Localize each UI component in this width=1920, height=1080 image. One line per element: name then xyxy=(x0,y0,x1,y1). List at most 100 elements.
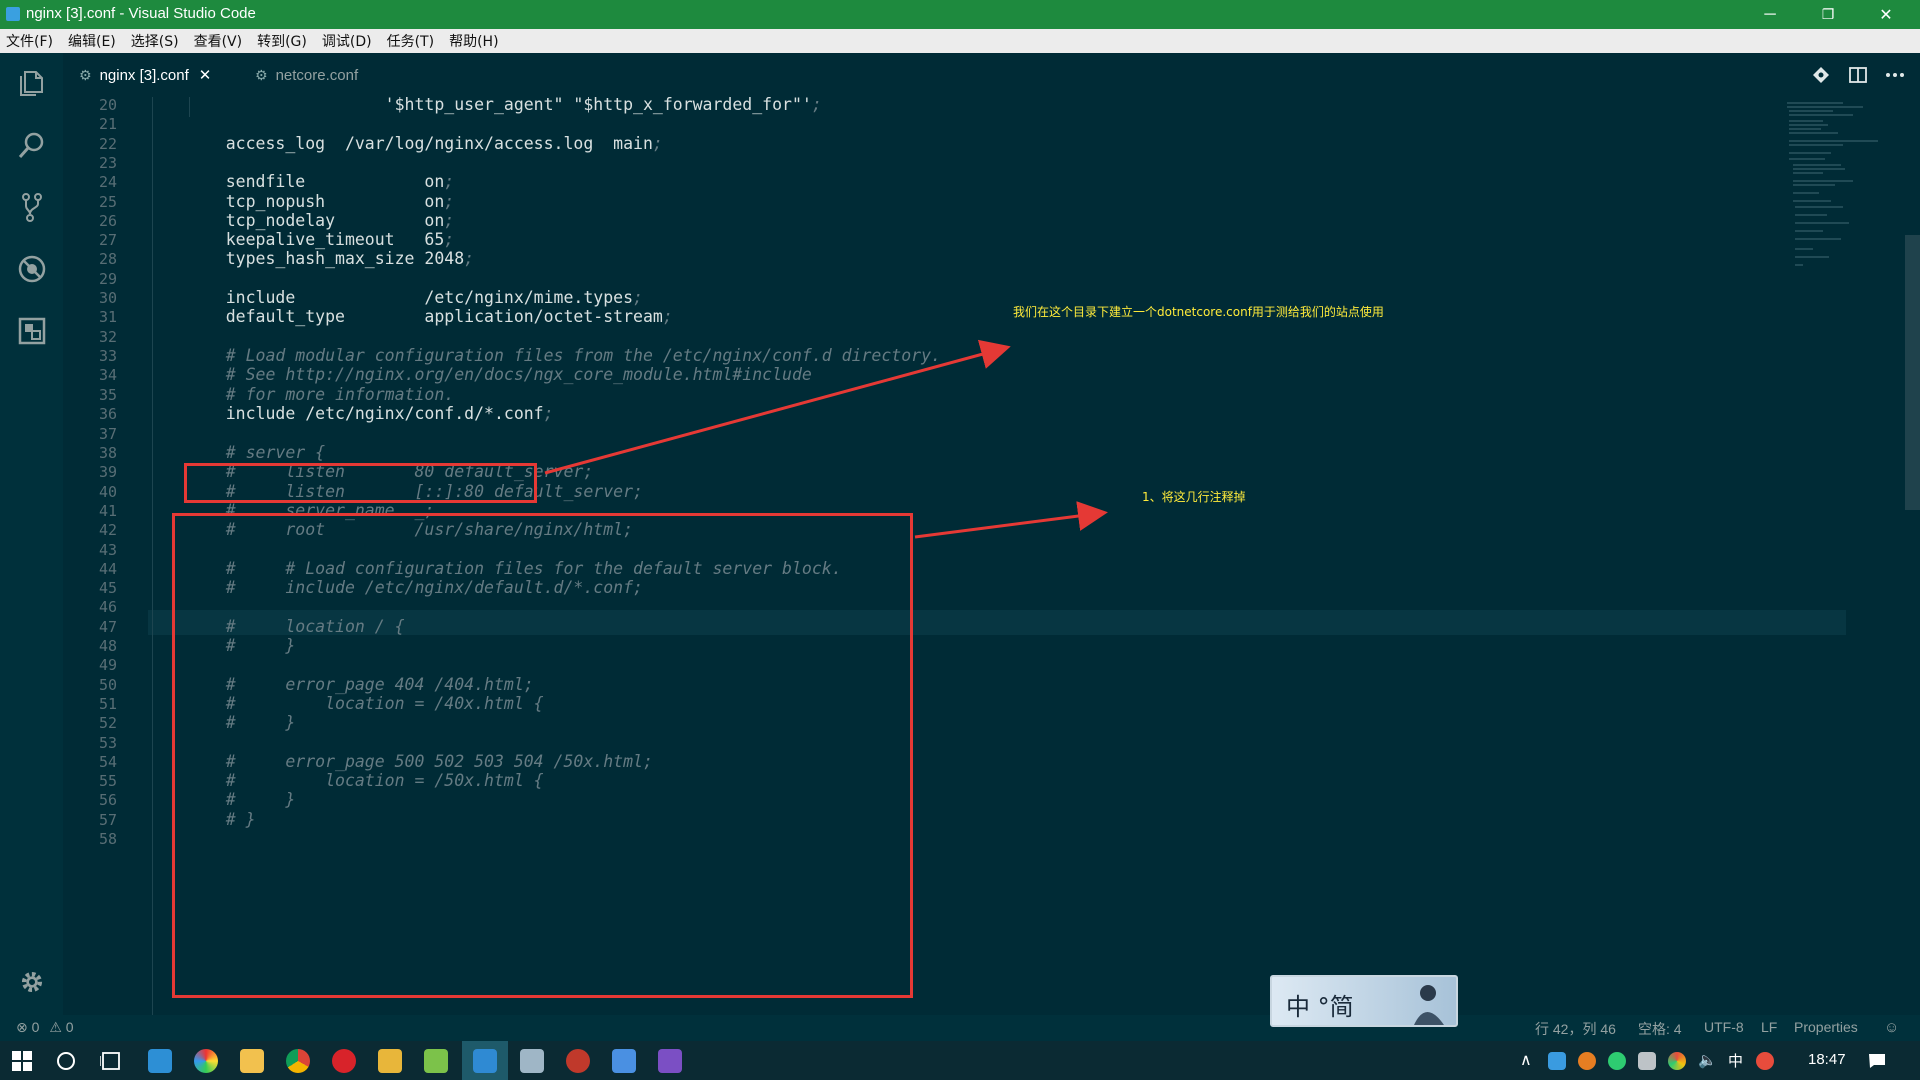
code-line: # See http://nginx.org/en/docs/ngx_core_… xyxy=(186,365,812,385)
line-number: 41 xyxy=(98,501,117,520)
tray-color-icon[interactable] xyxy=(1668,1052,1686,1070)
search-icon[interactable] xyxy=(16,129,48,161)
line-number: 32 xyxy=(98,327,117,346)
line-number: 25 xyxy=(98,192,117,211)
warning-icon: ⚠ xyxy=(49,1019,62,1035)
windows-start-icon[interactable] xyxy=(12,1051,32,1071)
menu-selection[interactable]: 选择(S) xyxy=(131,31,179,51)
explorer-icon[interactable] xyxy=(16,67,48,99)
menu-edit[interactable]: 编辑(E) xyxy=(68,31,116,51)
line-number: 22 xyxy=(98,134,117,153)
taskbar-store-icon[interactable] xyxy=(148,1049,172,1073)
extensions-icon[interactable] xyxy=(16,315,48,347)
status-bar: ⊗ 0 ⚠ 0 行 42，列 46 空格: 4 UTF-8 LF Propert… xyxy=(0,1015,1920,1041)
vscode-logo-icon xyxy=(6,7,20,21)
close-window-button[interactable]: ✕ xyxy=(1858,0,1914,29)
tray-sogou-icon[interactable] xyxy=(1756,1052,1774,1070)
line-number: 53 xyxy=(98,733,117,752)
restore-button[interactable]: ❐ xyxy=(1800,0,1856,29)
menu-help[interactable]: 帮助(H) xyxy=(449,31,498,51)
errors-indicator[interactable]: ⊗ 0 ⚠ 0 xyxy=(16,1019,74,1036)
annotation-note-1: 我们在这个目录下建立一个dotnetcore.conf用于测给我们的站点使用 xyxy=(1013,305,1384,319)
line-number: 40 xyxy=(98,482,117,501)
minimap[interactable] xyxy=(1783,97,1903,277)
editor-tabs: ⚙ nginx [3].conf ✕ ⚙ netcore.conf xyxy=(63,53,1920,97)
code-line: # server { xyxy=(186,443,326,462)
menu-view[interactable]: 查看(V) xyxy=(194,31,243,51)
code-line: # for more information. xyxy=(186,385,455,405)
taskbar-chrome-icon[interactable] xyxy=(286,1049,310,1073)
tray-overflow-icon[interactable]: ∧ xyxy=(1520,1050,1532,1070)
code-line: sendfile on; xyxy=(186,172,455,192)
cursor-position[interactable]: 行 42，列 46 xyxy=(1535,1019,1616,1039)
open-changes-icon[interactable] xyxy=(1812,66,1830,84)
taskbar-vscode-icon[interactable] xyxy=(473,1049,497,1073)
tab-close-icon[interactable]: ✕ xyxy=(199,66,212,84)
tray-sync-icon[interactable] xyxy=(1548,1052,1566,1070)
taskbar-clock[interactable]: 18:47 xyxy=(1808,1051,1846,1068)
line-number: 57 xyxy=(98,810,117,829)
split-editor-icon[interactable] xyxy=(1849,66,1867,84)
language-mode[interactable]: Properties xyxy=(1794,1019,1858,1035)
tray-network-icon[interactable] xyxy=(1638,1052,1656,1070)
tray-ime-indicator[interactable]: 中 xyxy=(1728,1050,1743,1071)
taskbar-notes-icon[interactable] xyxy=(378,1049,402,1073)
line-number: 48 xyxy=(98,637,117,655)
feedback-smiley-icon[interactable]: ☺ xyxy=(1884,1019,1899,1036)
taskbar-photos-icon[interactable] xyxy=(194,1049,218,1073)
tab-label: netcore.conf xyxy=(275,66,359,84)
menu-go[interactable]: 转到(G) xyxy=(257,31,307,51)
tab-netcore-conf[interactable]: ⚙ netcore.conf xyxy=(239,53,389,97)
taskbar-app2-icon[interactable] xyxy=(566,1049,590,1073)
taskbar-editor-icon[interactable] xyxy=(520,1049,544,1073)
line-number: 56 xyxy=(98,791,117,810)
config-file-icon: ⚙ xyxy=(255,66,268,83)
line-number: 33 xyxy=(98,346,117,365)
taskbar-app3-icon[interactable] xyxy=(612,1049,636,1073)
minimize-button[interactable]: ─ xyxy=(1742,0,1798,29)
line-number: 51 xyxy=(98,694,117,713)
debug-icon[interactable] xyxy=(16,253,48,285)
line-number: 47 xyxy=(98,617,117,636)
ime-floating-badge[interactable]: 中 °简 xyxy=(1270,975,1458,1027)
tray-app-icon[interactable] xyxy=(1578,1052,1596,1070)
code-line: access_log /var/log/nginx/access.log mai… xyxy=(186,133,663,153)
line-number: 30 xyxy=(98,289,117,307)
tray-volume-icon[interactable]: 🔈 xyxy=(1698,1051,1717,1069)
menu-file[interactable]: 文件(F) xyxy=(6,31,53,51)
warning-count: 0 xyxy=(65,1019,74,1035)
indentation-setting[interactable]: 空格: 4 xyxy=(1638,1019,1682,1039)
line-number: 52 xyxy=(98,714,117,733)
line-number: 23 xyxy=(98,153,117,172)
line-number: 28 xyxy=(98,250,117,269)
line-number: 39 xyxy=(98,463,117,482)
editor-scrollbar[interactable] xyxy=(1905,235,1920,510)
line-number: 42 xyxy=(98,521,117,540)
code-line: include /etc/nginx/mime.types; xyxy=(186,288,643,307)
taskbar-app-icon[interactable] xyxy=(424,1049,448,1073)
line-number: 31 xyxy=(98,308,117,327)
action-center-icon[interactable] xyxy=(1868,1052,1886,1070)
line-number: 58 xyxy=(98,830,117,848)
menu-tasks[interactable]: 任务(T) xyxy=(387,31,434,51)
file-encoding[interactable]: UTF-8 xyxy=(1704,1019,1744,1035)
task-view-icon[interactable] xyxy=(100,1051,122,1071)
annotation-note-2: 1、将这几行注释掉 xyxy=(1142,490,1246,504)
settings-gear-icon[interactable] xyxy=(18,968,46,996)
cortana-search-icon[interactable] xyxy=(56,1051,76,1071)
menu-debug[interactable]: 调试(D) xyxy=(322,31,372,51)
taskbar-visual-studio-icon[interactable] xyxy=(658,1049,682,1073)
line-ending[interactable]: LF xyxy=(1761,1019,1777,1035)
error-count: 0 xyxy=(31,1019,40,1035)
line-number: 49 xyxy=(98,656,117,675)
more-actions-icon[interactable] xyxy=(1885,70,1905,80)
activity-bar xyxy=(0,53,63,1015)
code-line: types_hash_max_size 2048; xyxy=(186,249,475,269)
taskbar-file-explorer-icon[interactable] xyxy=(240,1049,264,1073)
code-line: tcp_nopush on; xyxy=(186,191,455,211)
taskbar-abp-icon[interactable] xyxy=(332,1049,356,1073)
tray-wechat-icon[interactable] xyxy=(1608,1052,1626,1070)
highlight-box-server-block xyxy=(172,513,913,998)
tab-nginx-conf[interactable]: ⚙ nginx [3].conf ✕ xyxy=(63,53,233,97)
source-control-icon[interactable] xyxy=(16,191,48,223)
